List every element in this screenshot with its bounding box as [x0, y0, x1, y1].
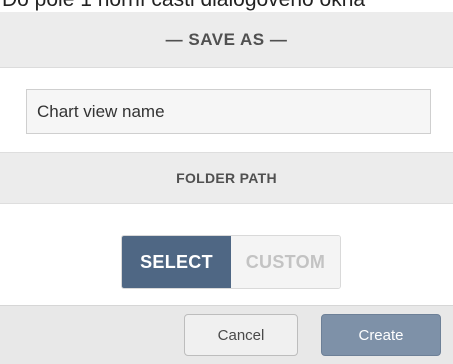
create-button[interactable]: Create — [321, 314, 441, 356]
dialog-title: — SAVE AS — — [0, 12, 453, 68]
folder-path-toggle: SELECT CUSTOM — [121, 235, 341, 289]
custom-toggle-option[interactable]: CUSTOM — [231, 236, 340, 288]
cancel-button[interactable]: Cancel — [184, 314, 298, 356]
dialog-footer: Cancel Create — [0, 305, 453, 364]
folder-path-header: FOLDER PATH — [0, 152, 453, 204]
select-toggle-option[interactable]: SELECT — [122, 236, 231, 288]
background-caption-text: Do pole 1 horní části dialogového okna — [0, 0, 453, 12]
chart-view-name-input[interactable] — [26, 89, 431, 134]
save-as-dialog: — SAVE AS — FOLDER PATH SELECT CUSTOM Ca… — [0, 12, 453, 364]
